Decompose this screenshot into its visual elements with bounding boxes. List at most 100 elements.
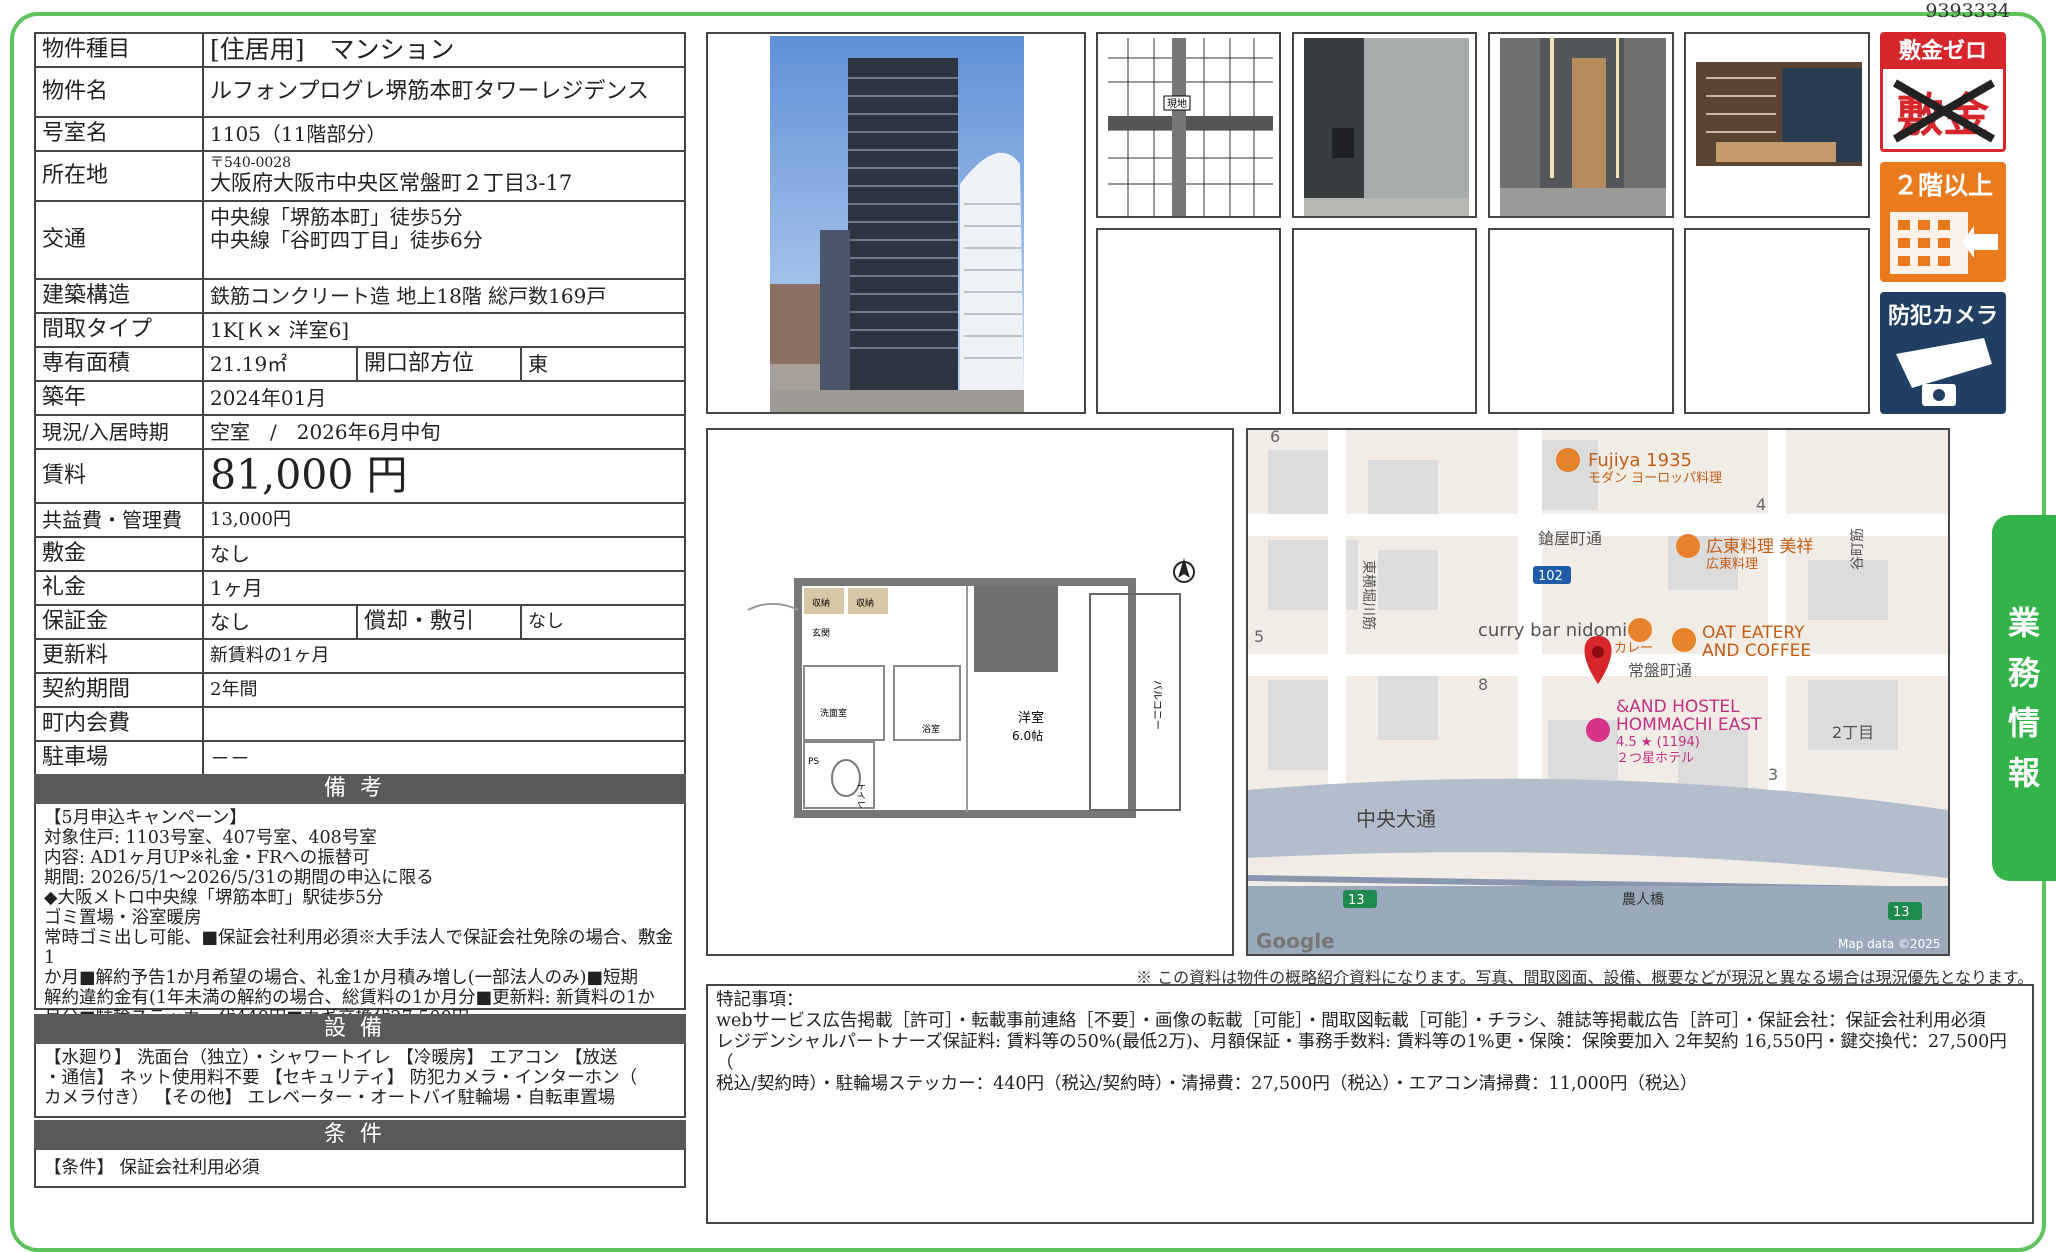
name-label: 物件名 — [34, 66, 204, 118]
lobby-illustration — [1696, 38, 1862, 216]
contract-label: 契約期間 — [34, 672, 204, 708]
map-label-curry: curry bar nidomi — [1478, 620, 1627, 641]
parking-value: －－ — [202, 740, 686, 776]
equipment-body: 【水廻り】 洗面台（独立）・シャワートイレ 【冷暖房】 エアコン 【放送 ・通信… — [34, 1044, 686, 1118]
built-label: 築年 — [34, 380, 204, 416]
map-label-canton-sub: 広東料理 — [1706, 556, 1758, 572]
equipment-line: カメラ付き） 【その他】 エレベーター・オートバイ駐輪場・自転車置場 — [44, 1088, 616, 1108]
deposit-value: なし — [202, 536, 686, 572]
building-floor-icon — [1890, 212, 1998, 274]
security-camera-icon — [1896, 338, 1992, 406]
special-notes-line: 税込/契約時）・駐輪場ステッカー：440円（税込/契約時）・清掃費：27,500… — [716, 1074, 1698, 1094]
security-camera-badge: 防犯カメラ — [1880, 292, 2006, 414]
street-label-chuo: 中央大通 — [1356, 807, 1436, 831]
cross-out-icon — [1893, 79, 1995, 143]
side-tab-char: 業 — [2007, 604, 2040, 642]
map-label-hostel-1: &AND HOSTEL — [1616, 697, 1740, 717]
map-label-curry-sub: カレー — [1614, 641, 1653, 656]
balcony-label: バルコニー — [1151, 680, 1163, 730]
equipment-line: 【水廻り】 洗面台（独立）・シャワートイレ 【冷暖房】 エアコン 【放送 — [44, 1048, 618, 1068]
entrance-illustration — [1304, 38, 1469, 216]
transit-cell: 中央線「堺筋本町」徒歩5分 中央線「谷町四丁目」徒歩6分 — [202, 200, 686, 280]
current-location-label: 現地 — [1167, 97, 1187, 110]
empty-photo-slot — [1096, 228, 1281, 414]
business-info-tab[interactable]: 業 務 情 報 — [1992, 515, 2056, 881]
deposit-label: 敷金 — [34, 536, 204, 572]
zero-deposit-title: 敷金ゼロ — [1883, 35, 2003, 69]
area-label-2chome: 2丁目 — [1832, 723, 1874, 742]
empty-photo-slot — [1292, 228, 1477, 414]
remarks-body: 【5月申込キャンペーン】 対象住戸: 1103号室、407号室、408号室 内容… — [34, 804, 686, 1028]
property-info-table: 物件種目 [住居用] マンション 物件名 ルフォンプログレ堺筋本町タワーレジデン… — [34, 32, 686, 776]
security-camera-title: 防犯カメラ — [1887, 304, 1998, 329]
status-value: 空室 / 2026年6月中旬 — [202, 414, 686, 450]
washroom-label: 洗面室 — [820, 707, 847, 719]
route-13-label: 13 — [1893, 905, 1910, 920]
fee-value: 13,000円 — [202, 502, 686, 538]
remarks-line: 常時ゴミ出し可能、■保証会社利用必須※大手法人で保証会社免除の場合、敷金1 — [44, 928, 674, 968]
remarks-line: 解約違約金有(1年未満の解約の場合、総賃料の1か月分■更新料: 新賃料の1か — [44, 988, 655, 1008]
conditions-heading: 条件 — [34, 1120, 686, 1150]
remarks-line: 対象住戸: 1103号室、407号室、408号室 — [44, 828, 377, 848]
map-attribution: Map data ©2025 — [1838, 937, 1941, 951]
building-photo[interactable] — [706, 32, 1086, 414]
address-label: 所在地 — [34, 150, 204, 202]
floor-plan[interactable]: 収納 収納 玄関 洗面室 浴室 トイレ PS 洋室 6.0帖 バルコニー — [706, 428, 1234, 956]
remarks-line: ◆大阪メトロ中央線「堺筋本町」駅徒歩5分 — [44, 888, 384, 908]
name-value: ルフォンプログレ堺筋本町タワーレジデンス — [202, 66, 686, 118]
rent-value: 81,000 円 — [202, 448, 686, 504]
guarantee-value: なし — [202, 604, 358, 640]
remarks-heading: 備考 — [34, 774, 686, 804]
second-floor-title: ２階以上 — [1892, 171, 1993, 200]
town-fee-value — [202, 706, 686, 742]
facing-value: 東 — [520, 346, 686, 382]
street-label-tokiwa: 常盤町通 — [1628, 661, 1692, 680]
structure-label: 建築構造 — [34, 278, 204, 314]
amort-label: 償却・敷引 — [356, 604, 522, 640]
remarks-line: 期間: 2026/5/1～2026/5/31の期間の申込に限る — [44, 868, 434, 888]
entrance-photo[interactable] — [1292, 32, 1477, 218]
remarks-line: ゴミ置場・浴室暖房 — [44, 908, 202, 928]
bath-label: 浴室 — [922, 723, 940, 735]
building-illustration — [770, 36, 1024, 412]
postal-code: 〒540-0028 — [210, 155, 292, 172]
bridge-label: 農人橋 — [1622, 892, 1664, 908]
guarantee-label: 保証金 — [34, 604, 204, 640]
special-notes-line: webサービス広告掲載［許可］・転載事前連絡［不要］・画像の転載［可能］・間取図… — [716, 1011, 1986, 1031]
map-label-fujiya-sub: モダン ヨーロッパ料理 — [1588, 471, 1722, 486]
entrance-label: 玄関 — [812, 627, 830, 639]
rent-label: 賃料 — [34, 448, 204, 504]
parking-label: 駐車場 — [34, 740, 204, 776]
location-map[interactable]: 102 13 13 Fujiya 1935 モダン ヨーロッパ料理 広東料理 美… — [1246, 428, 1950, 956]
transit-line-1: 中央線「堺筋本町」徒歩5分 — [210, 205, 463, 229]
street-label-tanimachi: 谷町筋 — [1849, 528, 1866, 570]
side-tab-char: 務 — [2007, 654, 2040, 692]
type-label: 物件種目 — [34, 32, 204, 68]
area-map-illustration: 現地 — [1108, 38, 1273, 216]
zero-deposit-badge: 敷金ゼロ 敷金 — [1880, 32, 2006, 152]
hallway-photo[interactable] — [1488, 32, 1674, 218]
block-number: 6 — [1270, 430, 1280, 446]
block-number: 8 — [1478, 675, 1488, 694]
fee-label: 共益費・管理費 — [34, 502, 204, 538]
block-number: 4 — [1756, 495, 1766, 514]
street-label-sakaisuji: 東横堀川筋 — [1360, 560, 1377, 630]
map-thumbnail[interactable]: 現地 — [1096, 32, 1281, 218]
floor-plan-drawing: 収納 収納 玄関 洗面室 浴室 トイレ PS 洋室 6.0帖 バルコニー — [747, 558, 1195, 818]
empty-photo-slot — [1684, 228, 1870, 414]
side-tab-char: 報 — [2007, 754, 2040, 792]
storage-label: 収納 — [856, 597, 874, 609]
special-notes-label: 特記事項： — [716, 990, 804, 1010]
remarks-line: 内容: AD1ヶ月UP※礼金・FRへの振替可 — [44, 848, 370, 868]
remarks-line: 【5月申込キャンペーン】 — [44, 808, 247, 828]
lobby-photo[interactable] — [1684, 32, 1870, 218]
location-map-drawing: 102 13 13 Fujiya 1935 モダン ヨーロッパ料理 広東料理 美… — [1248, 430, 1948, 954]
second-floor-badge: ２階以上 — [1880, 162, 2006, 282]
special-notes-line: レジデンシャルパートナーズ保証料: 賃料等の50%(最低2万)、月額保証・事務手… — [716, 1032, 2007, 1073]
map-label-oat-1: OAT EATERY — [1702, 623, 1805, 643]
storage-label: 収納 — [812, 597, 830, 609]
equipment-line: ・通信】 ネット使用料不要 【セキュリティ】 防犯カメラ・インターホン（ — [44, 1068, 638, 1088]
empty-photo-slot — [1488, 228, 1674, 414]
key-money-label: 礼金 — [34, 570, 204, 606]
equipment-heading: 設備 — [34, 1014, 686, 1044]
